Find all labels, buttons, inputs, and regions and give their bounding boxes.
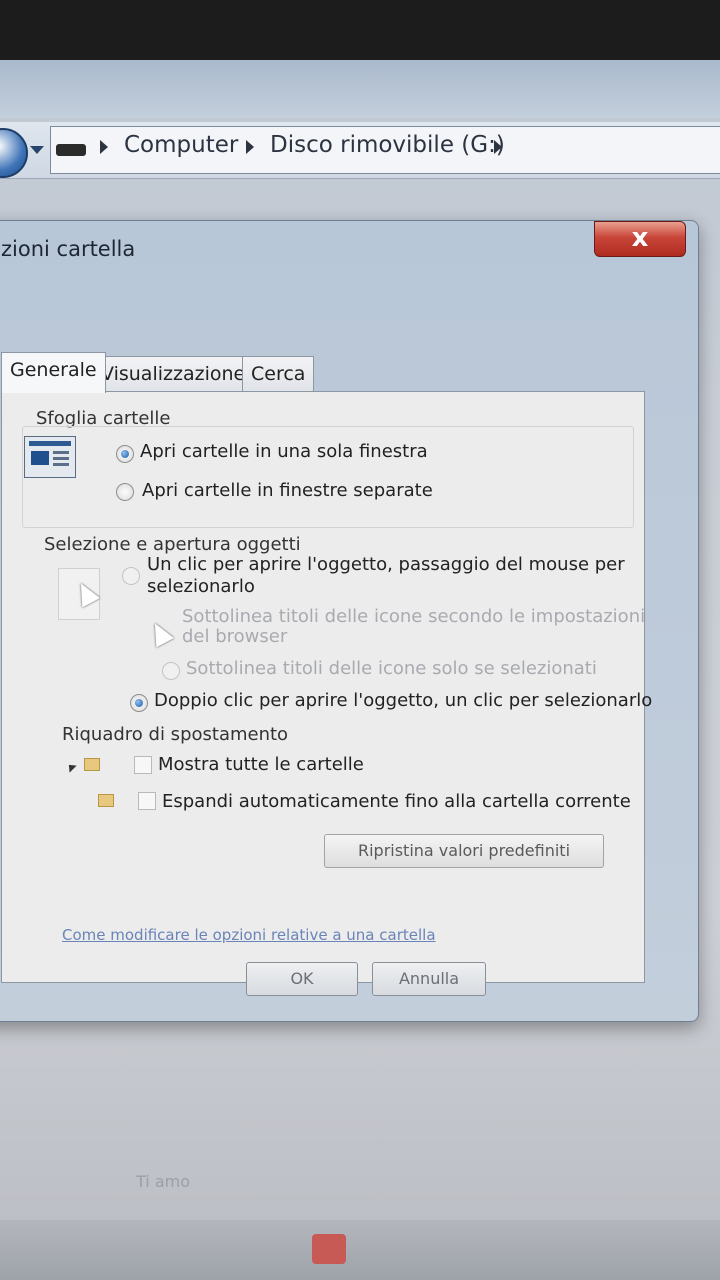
breadcrumb-computer[interactable]: Computer	[124, 132, 238, 158]
close-button[interactable]: x	[594, 221, 686, 257]
open-same-window-radio[interactable]	[116, 445, 134, 463]
pdf-app-icon[interactable]	[312, 1234, 346, 1264]
open-separate-windows-radio[interactable]	[116, 483, 134, 501]
underline-hover-label: Sottolinea titoli delle icone solo se se…	[186, 658, 597, 679]
faded-taskbar-label: Ti amo	[136, 1172, 190, 1191]
tab-generale[interactable]: Generale	[1, 352, 106, 393]
single-click-label-cont[interactable]: selezionarlo	[147, 576, 255, 597]
single-click-radio[interactable]	[122, 567, 140, 585]
tree-expand-icon	[65, 761, 77, 773]
help-link[interactable]: Come modificare le opzioni relative a un…	[62, 926, 436, 944]
breadcrumb-separator-icon[interactable]	[246, 140, 254, 154]
double-click-label[interactable]: Doppio clic per aprire l'oggetto, un cli…	[154, 690, 652, 711]
underline-browser-label-cont: del browser	[182, 626, 288, 647]
restore-defaults-button[interactable]: Ripristina valori predefiniti	[324, 834, 604, 868]
mouse-cursor-icon	[146, 618, 174, 648]
history-dropdown-icon[interactable]	[30, 146, 44, 154]
tab-cerca[interactable]: Cerca	[242, 356, 315, 391]
double-click-radio[interactable]	[130, 694, 148, 712]
nav-pane-label: Riquadro di spostamento	[62, 724, 289, 745]
general-tab-panel: Sfoglia cartelle Apri cartelle in una so…	[1, 391, 652, 983]
drive-icon	[56, 144, 86, 156]
taskbar	[0, 1220, 720, 1280]
underline-hover-radio	[162, 662, 180, 680]
cancel-button[interactable]: Annulla	[372, 962, 486, 996]
explorer-title-strip	[0, 60, 720, 118]
breadcrumb-separator-icon[interactable]	[494, 140, 502, 154]
folder-window-icon	[24, 436, 76, 478]
folder-icon	[84, 758, 100, 771]
single-click-label[interactable]: Un clic per aprire l'oggetto, passaggio …	[147, 554, 625, 575]
monitor-screen: Computer Disco rimovibile (G:) zioni car…	[0, 60, 720, 1280]
open-same-window-label[interactable]: Apri cartelle in una sola finestra	[140, 441, 428, 462]
show-all-folders-label[interactable]: Mostra tutte le cartelle	[158, 754, 364, 775]
click-items-label: Selezione e apertura oggetti	[44, 534, 301, 555]
open-separate-windows-label[interactable]: Apri cartelle in finestre separate	[142, 480, 433, 501]
dialog-title: zioni cartella	[1, 237, 136, 261]
auto-expand-checkbox[interactable]	[138, 792, 156, 810]
show-all-folders-checkbox[interactable]	[134, 756, 152, 774]
breadcrumb-removable-disk[interactable]: Disco rimovibile (G:)	[270, 132, 505, 158]
folder-icon	[98, 794, 114, 807]
folder-options-dialog: zioni cartella x Generale Visualizzazion…	[0, 220, 699, 1022]
tab-visualizzazione[interactable]: Visualizzazione	[92, 356, 255, 391]
underline-browser-label: Sottolinea titoli delle icone secondo le…	[182, 606, 646, 627]
ok-button[interactable]: OK	[246, 962, 358, 996]
breadcrumb-separator-icon[interactable]	[100, 140, 108, 154]
auto-expand-label[interactable]: Espandi automaticamente fino alla cartel…	[162, 791, 631, 812]
